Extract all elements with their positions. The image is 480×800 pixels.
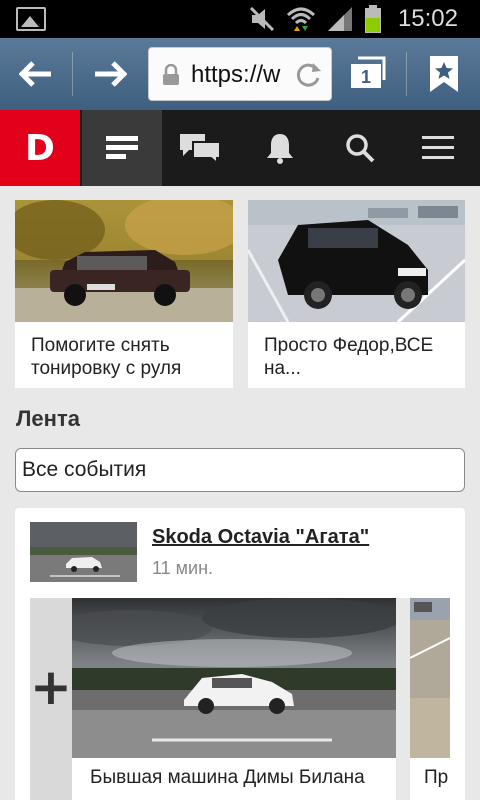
gallery-image[interactable] (410, 598, 450, 758)
menu-icon (422, 136, 454, 159)
clock: 15:02 (397, 5, 458, 32)
notifications-icon (267, 134, 293, 164)
nav-search[interactable] (320, 110, 400, 186)
nav-feed[interactable] (82, 110, 162, 186)
gallery-item[interactable]: Бывшая машина Димы Билана (72, 598, 396, 800)
tab-count: 1 (361, 67, 371, 87)
feed-post-card: Skoda Octavia "Агата" 11 мин. + Бывшая м… (15, 508, 465, 800)
site-logo[interactable]: D (0, 110, 80, 186)
post-caption[interactable]: Помогите снять тонировку с руля (31, 334, 223, 380)
messages-icon (180, 134, 221, 164)
gallery-gap (396, 598, 410, 800)
post-thumbnail[interactable] (30, 522, 137, 582)
gallery-item[interactable]: Пр вы (410, 598, 450, 800)
post-title-link[interactable]: Skoda Octavia "Агата" (152, 526, 369, 549)
photo-gallery[interactable]: + Бывшая машина Димы Билана Пр (30, 598, 450, 800)
gallery-icon (16, 7, 46, 31)
url-text[interactable]: https://w (191, 61, 297, 89)
toolbar-divider (406, 52, 407, 96)
forward-arrow-icon (95, 61, 127, 87)
plus-icon: + (30, 658, 72, 716)
gallery-caption[interactable]: Бывшая машина Димы Билана (90, 766, 365, 789)
tabs-button[interactable]: 1 (346, 50, 396, 98)
mute-icon (249, 6, 274, 32)
page-content: Помогите снять тонировку с руля Просто Ф… (0, 186, 480, 800)
browser-toolbar: https://w 1 (0, 38, 480, 110)
gallery-caption[interactable]: Пр вы (424, 766, 450, 789)
back-button[interactable] (6, 48, 66, 100)
bookmark-icon (430, 56, 458, 92)
gallery-image[interactable] (72, 598, 396, 758)
bookmark-button[interactable] (420, 50, 468, 98)
post-time: 11 мин. (152, 558, 214, 578)
lock-icon (163, 64, 179, 85)
section-title: Лента (16, 406, 80, 431)
post-image[interactable] (248, 200, 465, 322)
status-icons: 15:02 (248, 0, 458, 38)
signal-icon (327, 7, 352, 31)
site-nav: D (0, 110, 480, 186)
nav-notifications[interactable] (240, 110, 320, 186)
feed-filter-select[interactable]: Все события (15, 448, 465, 492)
feed-icon (106, 136, 138, 159)
toolbar-divider (72, 52, 73, 96)
status-bar: 15:02 (0, 0, 480, 38)
post-card[interactable]: Просто Федор,ВСЕ на... (248, 200, 465, 388)
post-card[interactable]: Помогите снять тонировку с руля (15, 200, 233, 388)
add-photo-button[interactable]: + (30, 598, 72, 800)
forward-button[interactable] (80, 48, 140, 100)
battery-icon (364, 5, 381, 33)
tabs-icon: 1 (351, 56, 386, 88)
reload-icon[interactable] (293, 60, 323, 90)
nav-menu[interactable] (398, 110, 478, 186)
post-image[interactable] (15, 200, 233, 322)
post-caption[interactable]: Просто Федор,ВСЕ на... (264, 334, 455, 380)
nav-messages[interactable] (160, 110, 240, 186)
url-bar[interactable]: https://w (148, 47, 332, 101)
search-icon (346, 134, 375, 163)
wifi-icon (286, 7, 315, 31)
back-arrow-icon (19, 61, 51, 87)
